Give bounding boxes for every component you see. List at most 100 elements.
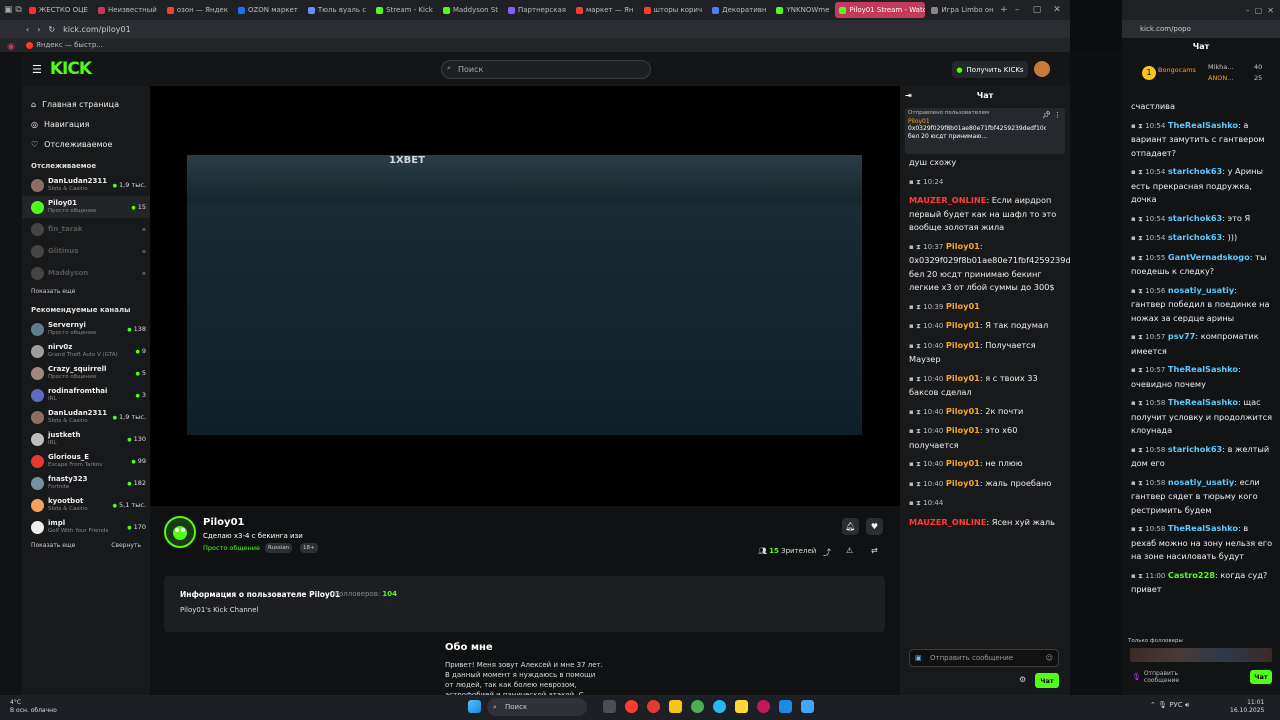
bookmark-yandex[interactable]: Яндекс — быстр... (36, 41, 103, 49)
message-username[interactable]: Piloy01 (946, 406, 980, 416)
tag-age[interactable]: 18+ (300, 543, 318, 553)
stream-category[interactable]: Просто общение (203, 544, 260, 552)
collapse-chat-icon[interactable]: ⇥ (905, 91, 912, 100)
popout-close-icon[interactable]: ✕ (1267, 6, 1274, 15)
collapse-button[interactable]: Свернуть (111, 542, 141, 549)
popout-send-button[interactable]: Чат (1250, 670, 1272, 684)
volume-icon[interactable]: 🔊︎ (1185, 701, 1189, 709)
browser-tab[interactable]: озон — Яндек (163, 2, 232, 18)
maximize-icon[interactable]: ▢ (1030, 3, 1044, 17)
message-username[interactable]: starichok63 (1168, 232, 1222, 242)
chrome-icon[interactable] (691, 700, 704, 713)
minimize-icon[interactable]: – (1010, 3, 1024, 17)
emote-strip[interactable] (1130, 648, 1272, 662)
message-username[interactable]: starichok63 (1168, 444, 1222, 454)
popout-url[interactable]: kick.com/popo (1140, 25, 1191, 33)
report-icon[interactable]: ⚠ (846, 546, 853, 555)
video-frame[interactable]: 1XBET (187, 155, 862, 435)
tray-lang[interactable]: РУС (1169, 701, 1182, 709)
pinned-menu-icon[interactable]: ⋮ (1054, 111, 1061, 119)
sidebar-channel[interactable]: Glitinus ▪ (22, 240, 150, 262)
file-explorer-icon[interactable] (669, 700, 682, 713)
sidebar-channel[interactable]: DanLudan2311Slots & Casino1,9 тыс. (22, 174, 150, 196)
sidebar-nav-item[interactable]: ♡ Отслеживаемое (22, 134, 150, 154)
message-username[interactable]: Castro228 (1168, 570, 1215, 580)
browser-tab[interactable]: Декоративн (708, 2, 770, 18)
tray-arrow-icon[interactable]: ⌃ (1150, 701, 1156, 709)
message-username[interactable]: MAUZER_ONLINE (909, 195, 986, 205)
popout-maximize-icon[interactable]: ▢ (1255, 6, 1263, 15)
message-username[interactable]: MAUZER_ONLINE (909, 517, 986, 527)
yandex-browser-icon[interactable] (625, 700, 638, 713)
message-username[interactable]: Piloy01 (946, 320, 980, 330)
browser-tab[interactable]: OZON маркет (234, 2, 302, 18)
notify-bell-button[interactable]: 🔔︎ (842, 518, 859, 535)
reload-icon[interactable]: ↻ (48, 25, 55, 34)
opera-gx-icon[interactable] (757, 700, 770, 713)
sidebar-channel[interactable]: Crazy_squirrellПросто общение5 (22, 362, 150, 384)
message-username[interactable]: TheRealSashko (1168, 523, 1238, 533)
browser-tab[interactable]: YNKNOWme (772, 2, 833, 18)
telegram-icon[interactable] (713, 700, 726, 713)
message-username[interactable]: Piloy01 (946, 340, 980, 350)
message-username[interactable]: starichok63 (1168, 213, 1222, 223)
browser-tab[interactable]: ЖЕСТКО ОЦЕ (25, 2, 92, 18)
sidebar-channel[interactable]: nirv0zGrand Theft Auto V (GTA)9 (22, 340, 150, 362)
tray-mic-icon[interactable]: 🎙︎ (1158, 701, 1167, 709)
message-username[interactable]: TheRealSashko (1168, 120, 1238, 130)
message-username[interactable]: nosatiy_usatiy (1168, 477, 1234, 487)
sidebar-nav-item[interactable]: ⌂ Главная страница (22, 94, 150, 114)
sidebar-channel[interactable]: fin_tarak ▪ (22, 218, 150, 240)
sidebar-channel[interactable]: fnasty323Fortnite182 (22, 472, 150, 494)
app-icon[interactable] (779, 700, 792, 713)
chat-settings-icon[interactable]: ⚙ (1019, 675, 1026, 684)
alice-icon[interactable]: ◉ (0, 42, 22, 52)
pinned-user[interactable]: Piloy01 (908, 118, 1062, 125)
message-username[interactable]: Piloy01 (946, 458, 980, 468)
clock[interactable]: 11:01 16.10.2025 (1230, 699, 1264, 715)
video-player[interactable]: 1XBET (150, 86, 900, 506)
browser-tab[interactable]: Игра Limbo он (927, 2, 997, 18)
browser-tab[interactable]: Неизвестный (94, 2, 161, 18)
share-icon[interactable]: ⤴ (823, 547, 831, 558)
sidebar-nav-item[interactable]: ◎ Навигация (22, 114, 150, 134)
start-icon[interactable] (468, 700, 481, 713)
message-username[interactable]: Piloy01 (946, 373, 980, 383)
channel-avatar[interactable] (164, 516, 196, 548)
browser-tab[interactable]: Piloy01 Stream - Watch L (835, 2, 926, 18)
tab-actions-icon[interactable]: ⧉ (15, 3, 23, 17)
sidebar-channel[interactable]: kyootbotSlots & Casino5,1 тыс. (22, 494, 150, 516)
browser-tab[interactable]: Stream - Kick (372, 2, 437, 18)
browser-tab[interactable]: Партнерская (504, 2, 570, 18)
close-window-icon[interactable]: ✕ (1050, 3, 1064, 17)
message-username[interactable]: psv77 (1168, 331, 1195, 341)
message-username[interactable]: starichok63 (1168, 166, 1222, 176)
weather-widget[interactable]: 4°C В осн. облачно (10, 699, 57, 715)
forward-icon[interactable]: › (37, 25, 40, 34)
browser-tab[interactable]: шторы корич (640, 2, 707, 18)
sidebar-channel[interactable]: implGolf With Your Friends170 (22, 516, 150, 538)
get-kicks-button[interactable]: ● Получить KICKs (952, 61, 1028, 78)
message-username[interactable]: Piloy01 (946, 425, 980, 435)
browser-tab[interactable]: Maddyson St (439, 2, 502, 18)
search-input[interactable]: ⌕ Поиск (441, 60, 651, 79)
message-username[interactable]: nosatiy_usatiy (1168, 285, 1234, 295)
notes-icon[interactable] (735, 700, 748, 713)
sidebar-channel[interactable]: Maddyson ▪ (22, 262, 150, 284)
follow-button[interactable]: ♥ (866, 518, 883, 535)
sidebar-channel[interactable]: Glorious_EEscape From Tarkov99 (22, 450, 150, 472)
sidebar-channel[interactable]: rodinafromthaiIRL3 (22, 384, 150, 406)
back-icon[interactable]: ‹ (26, 25, 29, 34)
emoji-icon[interactable]: ☺ (1046, 654, 1053, 662)
message-username[interactable]: Piloy01 (946, 478, 980, 488)
show-more-recommended[interactable]: Показать еще (31, 542, 75, 549)
show-more-followed[interactable]: Показать еще (22, 284, 150, 298)
sidebar-channel[interactable]: ServernyiПросто общение138 (22, 318, 150, 340)
chat-input[interactable]: ▣ Отправить сообщение ☺ (909, 649, 1059, 667)
url-field[interactable]: kick.com/piloy01 (63, 25, 131, 34)
message-username[interactable]: Piloy01 (946, 241, 980, 251)
browser-tab[interactable]: маркет — Ян (572, 2, 638, 18)
user-avatar[interactable] (1034, 61, 1050, 77)
browser-tab[interactable]: Тюль вуаль с (304, 2, 370, 18)
emote-left-icon[interactable]: ▣ (915, 654, 922, 662)
